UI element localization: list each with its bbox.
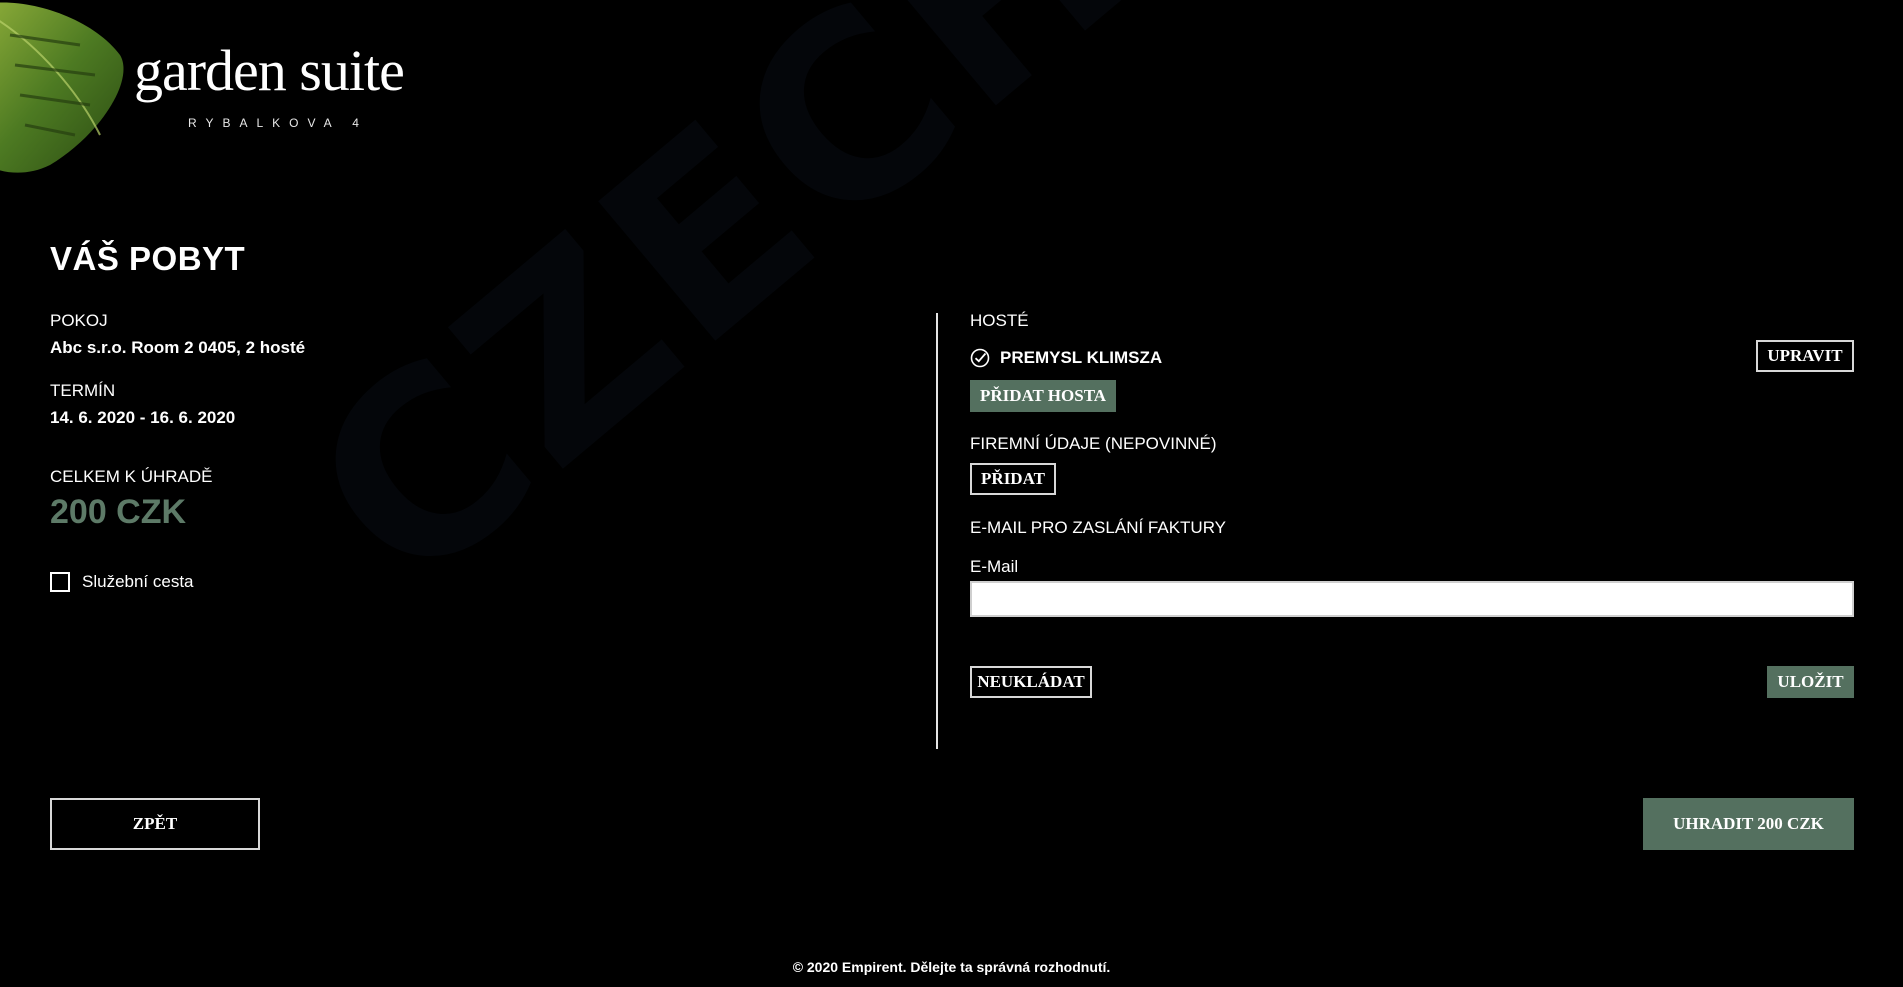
logo-subtitle: RYBALKOVA 4 <box>188 116 368 130</box>
checkbox-box[interactable] <box>50 572 70 592</box>
page-title: VÁŠ POBYT <box>50 240 246 277</box>
add-company-button[interactable]: PŘIDAT <box>970 463 1056 495</box>
check-circle-icon <box>970 348 990 368</box>
footer: © 2020 Empirent. Dělejte ta správná rozh… <box>792 959 1111 975</box>
company-label: FIREMNÍ ÚDAJE (NEPOVINNÉ) <box>970 434 1217 453</box>
email-field[interactable] <box>970 581 1854 617</box>
pay-button[interactable]: UHRADIT 200 CZK <box>1643 798 1854 850</box>
business-trip-checkbox[interactable]: Služební cesta <box>50 572 194 592</box>
add-guest-button[interactable]: PŘIDAT HOSTA <box>970 380 1116 412</box>
total-label: CELKEM K ÚHRADĚ <box>50 467 213 486</box>
discard-button[interactable]: NEUKLÁDAT <box>970 666 1092 698</box>
email-field-label: E-Mail <box>970 557 1019 576</box>
edit-guest-button[interactable]: UPRAVIT <box>1756 340 1854 372</box>
term-label: TERMÍN <box>50 381 116 400</box>
guest-name: PREMYSL KLIMSZA <box>1000 348 1163 367</box>
back-button[interactable]: ZPĚT <box>50 798 260 850</box>
room-label: POKOJ <box>50 311 108 330</box>
room-value: Abc s.r.o. Room 2 0405, 2 hosté <box>50 338 306 357</box>
guest-row: PREMYSL KLIMSZA <box>970 348 1162 368</box>
logo: garden suite RYBALKOVA 4 <box>134 38 405 131</box>
term-value: 14. 6. 2020 - 16. 6. 2020 <box>50 408 236 427</box>
total-value: 200 CZK <box>50 493 187 531</box>
guests-label: HOSTÉ <box>970 311 1029 330</box>
save-button[interactable]: ULOŽIT <box>1767 666 1854 698</box>
page: CZECH KIOSK garden suite RYBALKOVA 4 VÁŠ… <box>0 0 1903 987</box>
logo-title: garden suite <box>134 38 405 103</box>
column-divider <box>936 313 938 749</box>
business-trip-label: Služební cesta <box>82 572 194 591</box>
invoice-email-label: E-MAIL PRO ZASLÁNÍ FAKTURY <box>970 518 1227 537</box>
watermark: CZECH KIOSK <box>260 0 1903 643</box>
leaf-icon <box>0 2 124 173</box>
